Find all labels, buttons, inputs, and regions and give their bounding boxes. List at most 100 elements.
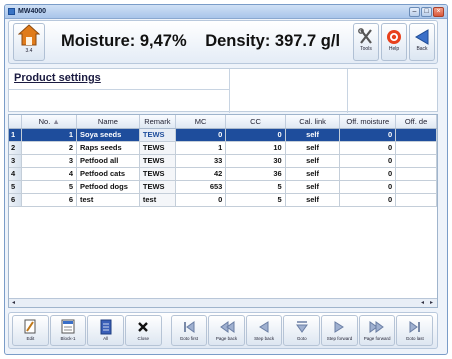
row-header[interactable]: 4 [9, 167, 23, 181]
home-button[interactable]: 3.4 [13, 23, 45, 61]
cell-name[interactable]: Soya seeds [76, 128, 140, 142]
cell-name[interactable]: test [76, 193, 140, 207]
cell-remark[interactable]: TEWS [139, 180, 176, 194]
table-row[interactable]: 3 3 Petfood all TEWS 33 30 self 0 [9, 154, 437, 168]
horizontal-scrollbar[interactable]: ◂ ◂ ▸ [9, 298, 437, 307]
row-header[interactable]: 3 [9, 154, 23, 168]
cell-cc[interactable]: 30 [225, 154, 286, 168]
cell-remark[interactable]: TEWS [139, 128, 176, 142]
app-icon [8, 8, 15, 15]
cell-cal-link[interactable]: self [285, 141, 341, 155]
cell-cal-link[interactable]: self [285, 128, 341, 142]
all-button[interactable]: All [87, 315, 124, 346]
cell-name[interactable]: Raps seeds [76, 141, 140, 155]
cell-remark[interactable]: TEWS [139, 141, 176, 155]
cell-mc[interactable]: 0 [175, 193, 227, 207]
step-forward-icon [334, 321, 345, 333]
row-header[interactable]: 1 [9, 128, 23, 142]
cell-mc[interactable]: 33 [175, 154, 227, 168]
page-forward-button[interactable]: Page forward [358, 315, 396, 346]
goto-last-button[interactable]: Goto last [396, 315, 434, 346]
cell-name[interactable]: Petfood cats [76, 167, 140, 181]
page-back-button[interactable]: Page back [208, 315, 245, 346]
cell-off-moisture[interactable]: 0 [339, 167, 397, 181]
section-title: Product settings [14, 72, 101, 84]
cell-cal-link[interactable]: self [285, 167, 341, 181]
cell-no[interactable]: 1 [21, 128, 77, 142]
cell-cal-link[interactable]: self [285, 180, 341, 194]
cell-off-density[interactable] [395, 154, 437, 168]
column-header-no[interactable]: No. ▲ [21, 115, 77, 129]
cell-off-density[interactable] [395, 167, 437, 181]
cell-no[interactable]: 5 [21, 180, 77, 194]
minimize-button[interactable]: – [409, 7, 420, 17]
back-button[interactable]: Back [409, 23, 435, 61]
cell-off-density[interactable] [395, 141, 437, 155]
cell-off-moisture[interactable]: 0 [339, 180, 397, 194]
cell-no[interactable]: 4 [21, 167, 77, 181]
scroll-left-icon[interactable]: ◂ [9, 299, 18, 307]
cell-name[interactable]: Petfood dogs [76, 180, 140, 194]
step-forward-button[interactable]: Step forward [321, 315, 358, 346]
cell-name[interactable]: Petfood all [76, 154, 140, 168]
cell-cal-link[interactable]: self [285, 154, 341, 168]
step-back-button[interactable]: Step back [245, 315, 283, 346]
cell-mc[interactable]: 653 [175, 180, 227, 194]
cell-cc[interactable]: 5 [225, 193, 286, 207]
divider [229, 69, 230, 113]
scroll-left-icon[interactable]: ◂ [418, 299, 427, 307]
cell-off-moisture[interactable]: 0 [339, 193, 397, 207]
column-header-mc[interactable]: MC [175, 115, 227, 129]
cell-no[interactable]: 2 [21, 141, 77, 155]
cell-cc[interactable]: 5 [225, 180, 286, 194]
column-header-cc[interactable]: CC [225, 115, 286, 129]
cell-no[interactable]: 6 [21, 193, 77, 207]
home-icon [18, 24, 40, 46]
column-header-off-moisture[interactable]: Off. moisture [339, 115, 397, 129]
edit-button[interactable]: Edit [12, 315, 49, 346]
cell-cc[interactable]: 36 [225, 167, 286, 181]
cell-off-density[interactable] [395, 128, 437, 142]
cell-off-moisture[interactable]: 0 [339, 154, 397, 168]
table-row[interactable]: 4 4 Petfood cats TEWS 42 36 self 0 [9, 167, 437, 181]
table-row[interactable]: 5 5 Petfood dogs TEWS 653 5 self 0 [9, 180, 437, 194]
measurement-readout: Moisture: 9,47% Density: 397.7 g/l [61, 32, 354, 51]
cell-cal-link[interactable]: self [285, 193, 341, 207]
table-row[interactable]: 6 6 test test 0 5 self 0 [9, 193, 437, 207]
block-button[interactable]: Block-1 [49, 315, 87, 346]
table-row[interactable]: 2 2 Raps seeds TEWS 1 10 self 0 [9, 141, 437, 155]
goto-button[interactable]: Goto [283, 315, 321, 346]
page-forward-icon [369, 321, 384, 333]
cell-cc[interactable]: 0 [225, 128, 286, 142]
table-row[interactable]: 1 1 Soya seeds TEWS 0 0 self 0 [9, 128, 437, 142]
block-icon [61, 319, 75, 334]
cell-off-moisture[interactable]: 0 [339, 128, 397, 142]
tools-button[interactable]: Tools [353, 23, 379, 61]
row-header[interactable]: 5 [9, 180, 23, 194]
cell-mc[interactable]: 0 [175, 128, 227, 142]
cell-remark[interactable]: TEWS [139, 154, 176, 168]
cell-off-density[interactable] [395, 193, 437, 207]
column-header-cal-link[interactable]: Cal. link [285, 115, 341, 129]
page-forward-label: Page forward [363, 336, 391, 341]
scroll-right-icon[interactable]: ▸ [427, 299, 436, 307]
cell-no[interactable]: 3 [21, 154, 77, 168]
cell-mc[interactable]: 42 [175, 167, 227, 181]
column-header-name[interactable]: Name [76, 115, 140, 129]
column-header-remark[interactable]: Remark [139, 115, 176, 129]
column-header-off-density[interactable]: Off. de [395, 115, 437, 129]
row-header[interactable]: 2 [9, 141, 23, 155]
sort-icon: ▲ [52, 116, 60, 126]
cell-off-moisture[interactable]: 0 [339, 141, 397, 155]
cell-mc[interactable]: 1 [175, 141, 227, 155]
cell-off-density[interactable] [395, 180, 437, 194]
help-button[interactable]: Help [381, 23, 407, 61]
cell-remark[interactable]: TEWS [139, 167, 176, 181]
maximize-button[interactable]: □ [421, 7, 432, 17]
window-close-button[interactable]: × [433, 7, 444, 17]
close-button[interactable]: Close [124, 315, 162, 346]
goto-first-button[interactable]: Goto first [170, 315, 208, 346]
cell-cc[interactable]: 10 [225, 141, 286, 155]
cell-remark[interactable]: test [139, 193, 176, 207]
row-header[interactable]: 6 [9, 193, 23, 207]
